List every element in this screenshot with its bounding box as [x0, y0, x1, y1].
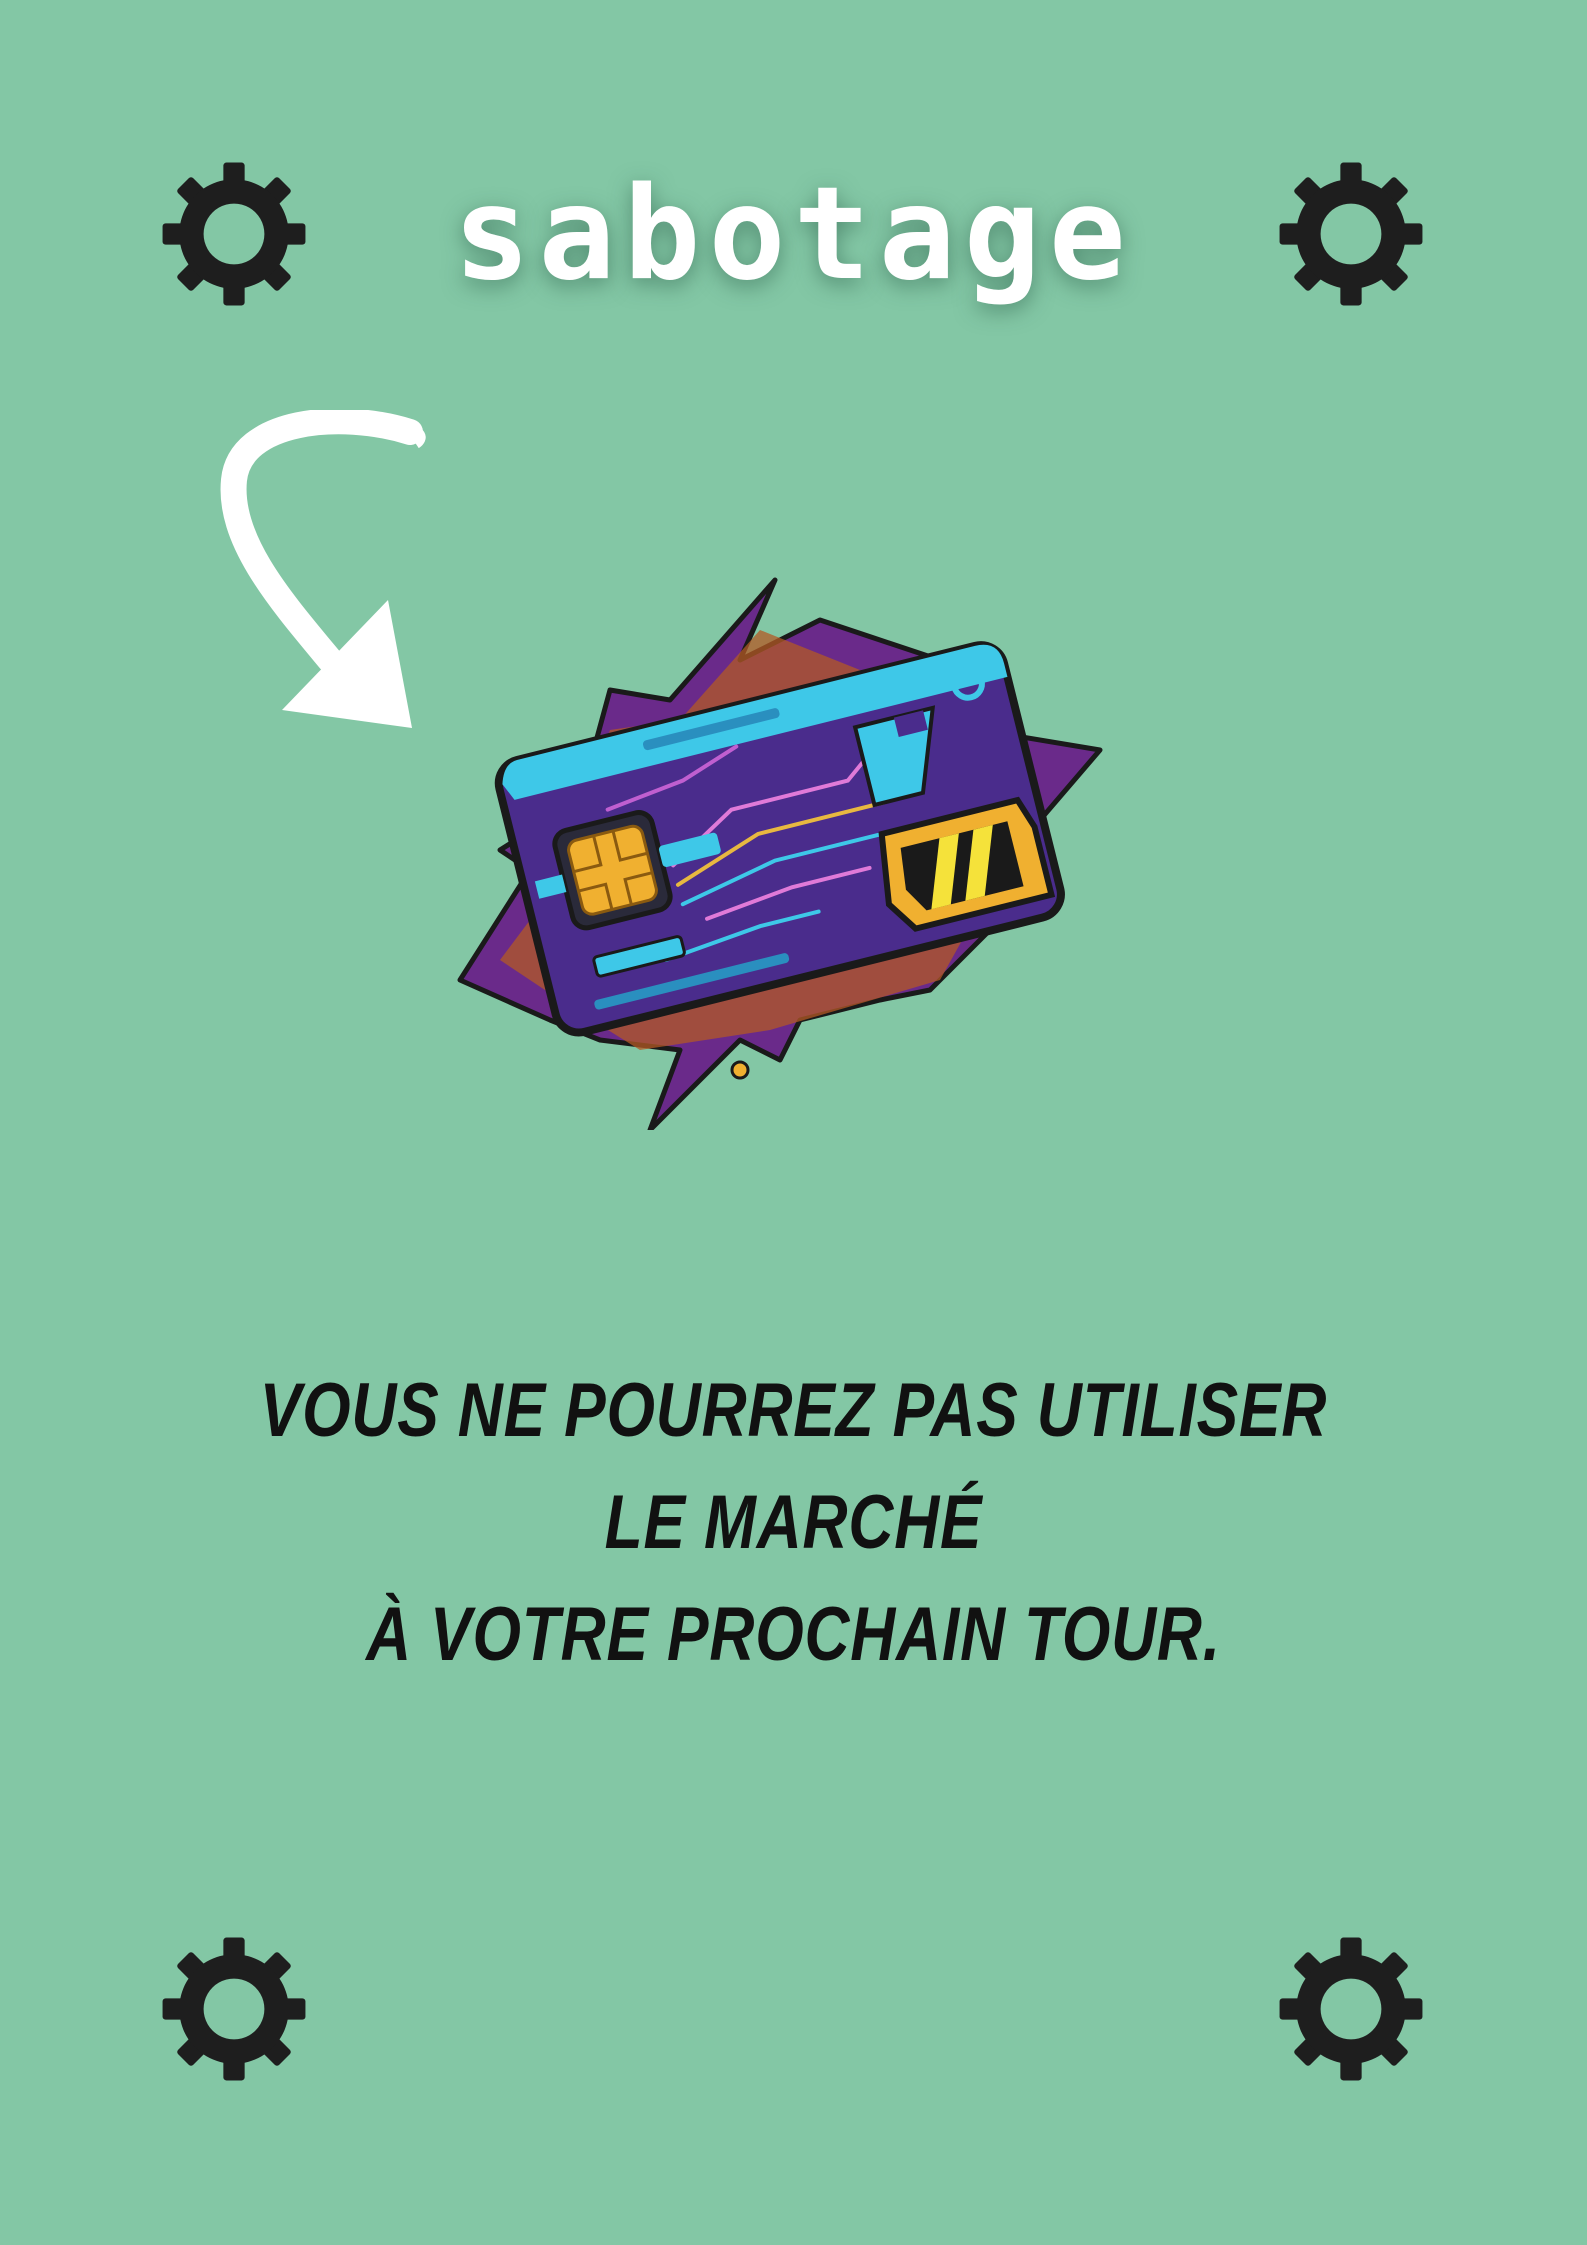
curved-arrow-icon [220, 410, 460, 750]
game-card: SABOTAGE [0, 0, 1587, 2245]
card-message: VOUS NE POURREZ PAS UTILISER LE MARCHÉ À… [225, 1355, 1362, 1691]
gear-icon [1275, 158, 1427, 310]
card-message-line: VOUS NE POURREZ PAS UTILISER LE MARCHÉ [259, 1368, 1328, 1565]
card-title: SABOTAGE [453, 160, 1134, 309]
gear-icon [158, 1933, 310, 2085]
gear-icon [158, 158, 310, 310]
gear-icon [1275, 1933, 1427, 2085]
card-message-line: À VOTRE PROCHAIN TOUR. [366, 1592, 1221, 1677]
sim-card-icon [440, 560, 1120, 1130]
